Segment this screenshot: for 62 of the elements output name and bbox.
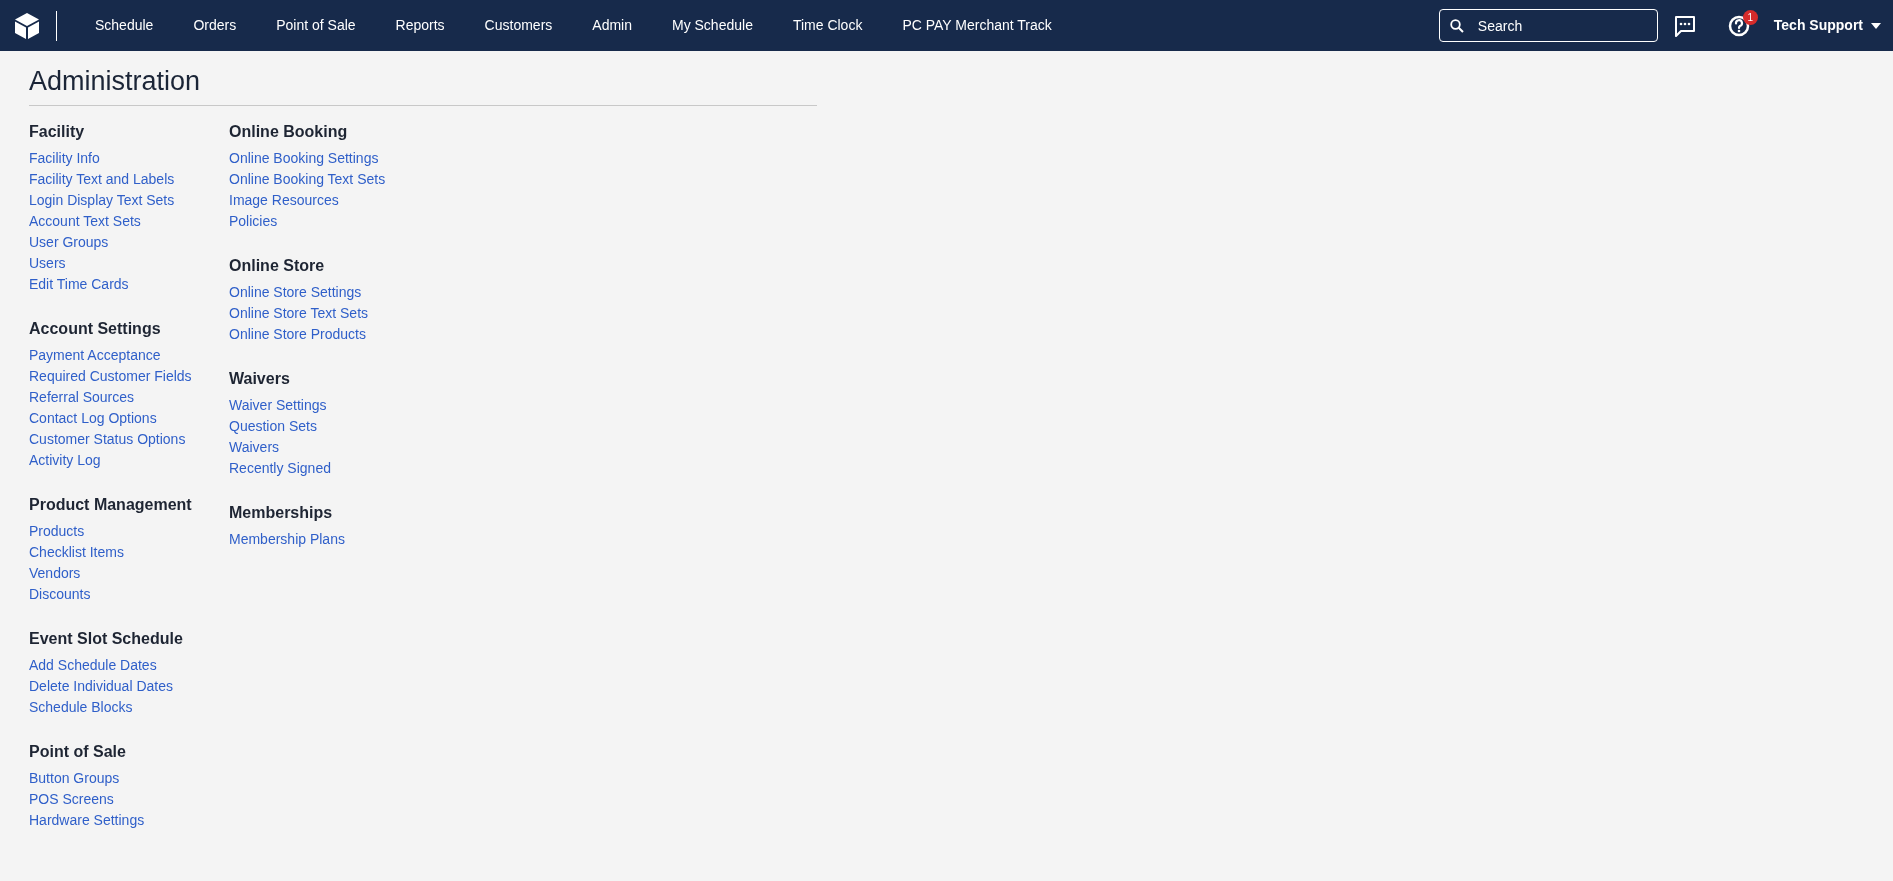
settings-link[interactable]: Online Booking Settings — [229, 148, 379, 170]
nav-link[interactable]: Point of Sale — [256, 15, 376, 36]
nav-link[interactable]: Customers — [464, 15, 573, 36]
nav-link[interactable]: Orders — [173, 15, 257, 36]
section-heading: Online Store — [229, 256, 326, 277]
settings-link[interactable]: Payment Acceptance — [29, 345, 161, 367]
settings-link[interactable]: Membership Plans — [229, 529, 345, 551]
settings-link[interactable]: Checklist Items — [29, 542, 124, 564]
section-heading: Product Management — [29, 495, 193, 516]
settings-link[interactable]: Policies — [229, 211, 278, 233]
chat-icon[interactable] — [1673, 14, 1696, 37]
settings-link[interactable]: Online Booking Text Sets — [229, 169, 386, 191]
section-heading: Waivers — [229, 369, 291, 390]
settings-link[interactable]: Online Store Text Sets — [229, 303, 369, 325]
settings-link[interactable]: Facility Info — [29, 148, 100, 170]
settings-link[interactable]: Referral Sources — [29, 387, 135, 409]
settings-link[interactable]: Required Customer Fields — [29, 366, 192, 388]
settings-link[interactable]: Login Display Text Sets — [29, 190, 175, 212]
settings-link[interactable]: Vendors — [29, 563, 81, 585]
section-heading: Point of Sale — [29, 742, 127, 763]
help-icon[interactable] — [1727, 14, 1750, 37]
search-icon — [1449, 19, 1464, 33]
settings-link[interactable]: Edit Time Cards — [29, 274, 129, 296]
section-heading: Online Booking — [229, 122, 349, 143]
settings-link[interactable]: Recently Signed — [229, 458, 331, 480]
settings-link[interactable]: Image Resources — [229, 190, 339, 212]
section-heading: Account Settings — [29, 319, 162, 340]
settings-link[interactable]: Products — [29, 521, 85, 543]
settings-link[interactable]: Delete Individual Dates — [29, 676, 173, 698]
search-field[interactable]: Search — [1438, 9, 1658, 42]
caret-icon — [1871, 22, 1881, 29]
settings-link[interactable]: Online Store Settings — [229, 282, 362, 304]
page-title: Administration — [29, 65, 202, 98]
settings-link[interactable]: Users — [29, 253, 66, 275]
settings-link[interactable]: Online Store Products — [229, 324, 366, 346]
settings-link[interactable]: POS Screens — [29, 789, 114, 811]
user-menu[interactable]: Tech Support — [1773, 15, 1881, 36]
settings-link[interactable]: Waivers — [229, 437, 280, 459]
settings-link[interactable]: Activity Log — [29, 450, 101, 472]
settings-link[interactable]: Question Sets — [229, 416, 317, 438]
settings-link[interactable]: Account Text Sets — [29, 211, 141, 233]
settings-link[interactable]: Button Groups — [29, 768, 120, 790]
settings-link[interactable]: Discounts — [29, 584, 91, 606]
nav-link[interactable]: Schedule — [75, 15, 174, 36]
nav-link[interactable]: Admin — [572, 15, 652, 36]
nav-link[interactable]: Reports — [375, 15, 465, 36]
notification-badge: 1 — [1742, 9, 1758, 25]
section-heading: Facility — [29, 122, 86, 143]
settings-link[interactable]: Customer Status Options — [29, 429, 186, 451]
section-heading: Event Slot Schedule — [29, 629, 184, 650]
settings-link[interactable]: Facility Text and Labels — [29, 169, 175, 191]
nav-link[interactable]: PC PAY Merchant Track — [882, 15, 1072, 36]
settings-link[interactable]: User Groups — [29, 232, 109, 254]
settings-link[interactable]: Hardware Settings — [29, 810, 145, 832]
settings-link[interactable]: Schedule Blocks — [29, 697, 133, 719]
section-heading: Memberships — [229, 503, 334, 524]
nav-link[interactable]: My Schedule — [652, 15, 773, 36]
nav-link[interactable]: Time Clock — [772, 15, 883, 36]
settings-link[interactable]: Waiver Settings — [229, 395, 327, 417]
settings-link[interactable]: Contact Log Options — [29, 408, 157, 430]
cube-logo-icon[interactable] — [14, 11, 40, 40]
settings-link[interactable]: Add Schedule Dates — [29, 655, 157, 677]
